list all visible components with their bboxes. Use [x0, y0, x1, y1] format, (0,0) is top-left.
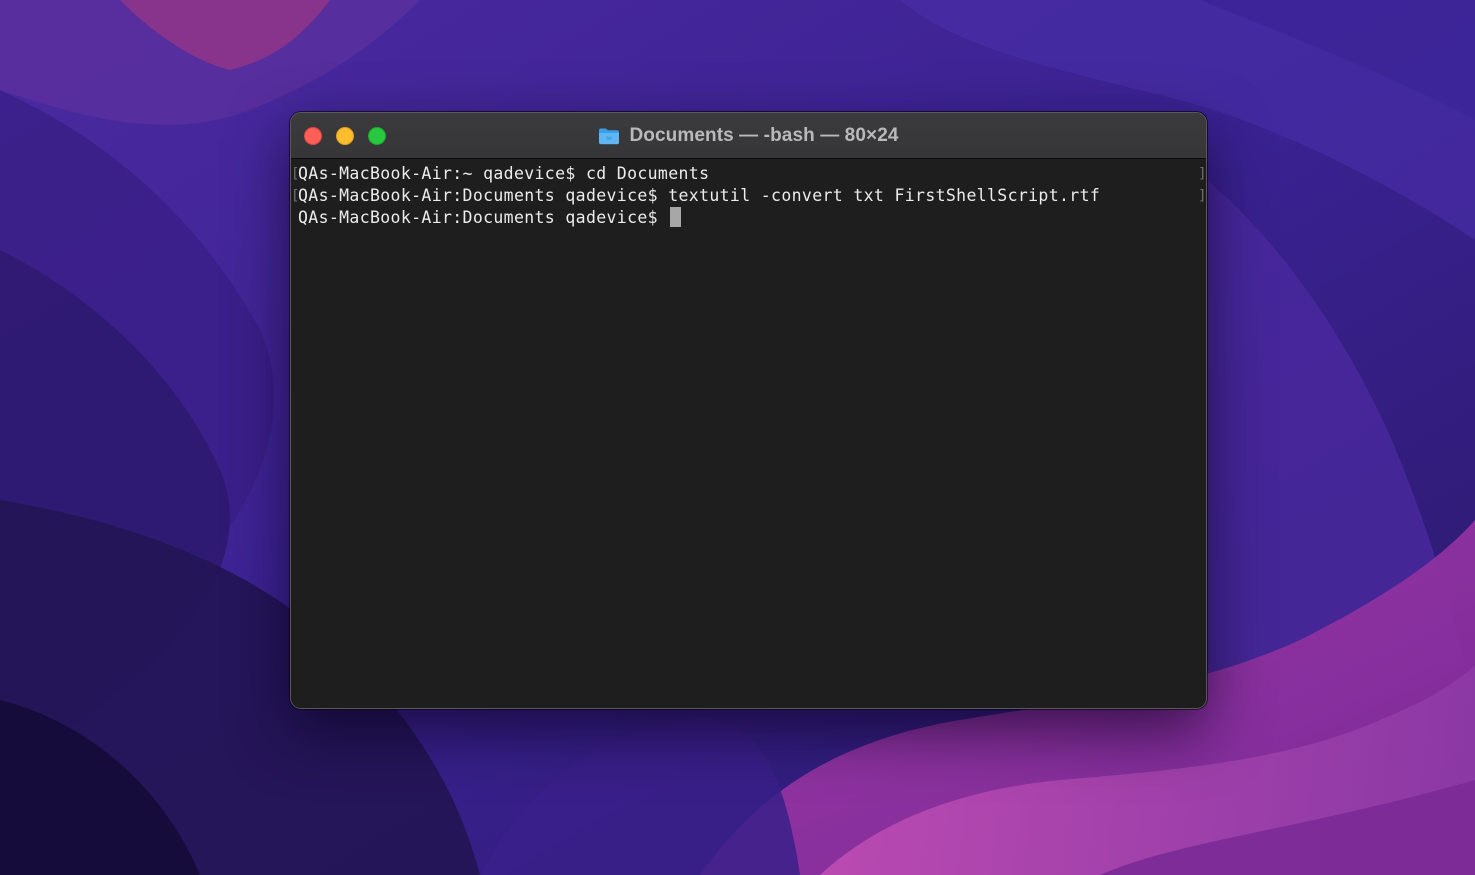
- terminal-window[interactable]: Documents — -bash — 80×24 [ QAs-MacBook-…: [290, 112, 1207, 709]
- text-cursor: [670, 207, 682, 227]
- terminal-line-1: QAs-MacBook-Air:~ qadevice$ cd Documents: [298, 164, 710, 183]
- line-mark-close: ]: [1198, 166, 1207, 182]
- window-title: Documents — -bash — 80×24: [629, 124, 899, 146]
- terminal-prompt: QAs-MacBook-Air:Documents qadevice$: [298, 208, 669, 227]
- folder-icon: [598, 127, 620, 145]
- terminal-prompt-line[interactable]: QAs-MacBook-Air:Documents qadevice$: [298, 207, 682, 229]
- line-mark-close: ]: [1198, 188, 1207, 204]
- window-title-group: Documents — -bash — 80×24: [291, 113, 1206, 158]
- terminal-line-2: QAs-MacBook-Air:Documents qadevice$ text…: [298, 186, 1101, 205]
- terminal-output-area[interactable]: [ QAs-MacBook-Air:~ qadevice$ cd Documen…: [291, 159, 1206, 708]
- title-bar[interactable]: Documents — -bash — 80×24: [291, 113, 1206, 159]
